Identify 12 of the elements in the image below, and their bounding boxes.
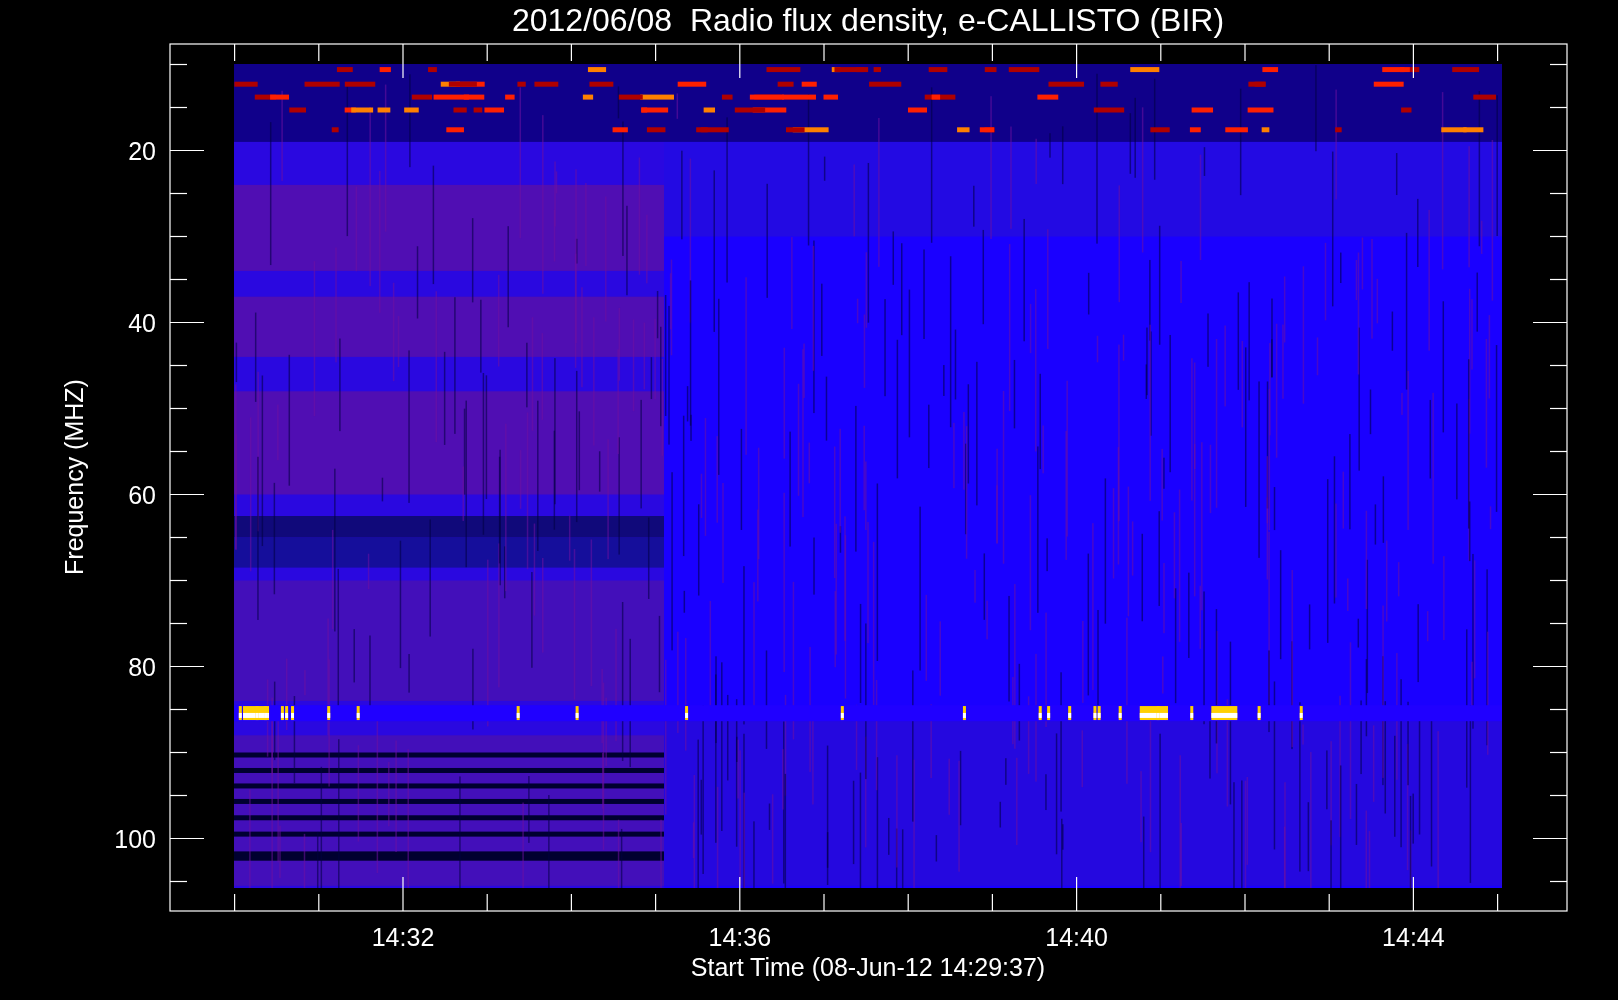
x-tick-label: 14:40: [1045, 923, 1108, 951]
y-tick-label: 20: [128, 136, 156, 165]
x-tick-label: 14:32: [371, 923, 435, 951]
y-tick-label: 40: [128, 308, 156, 337]
x-axis-title: Start Time (08-Jun-12 14:29:37): [690, 953, 1046, 981]
y-tick-label: 60: [128, 480, 156, 509]
plot-title: 2012/06/08 Radio flux density, e-CALLISTO (BIR): [511, 2, 1225, 38]
y-axis-title: Frequency (MHZ): [60, 379, 88, 575]
x-tick-label: 14:44: [1382, 923, 1445, 951]
x-tick-label: 14:36: [708, 923, 772, 951]
y-tick-label: 100: [114, 824, 156, 853]
y-tick-label: 80: [128, 652, 156, 681]
